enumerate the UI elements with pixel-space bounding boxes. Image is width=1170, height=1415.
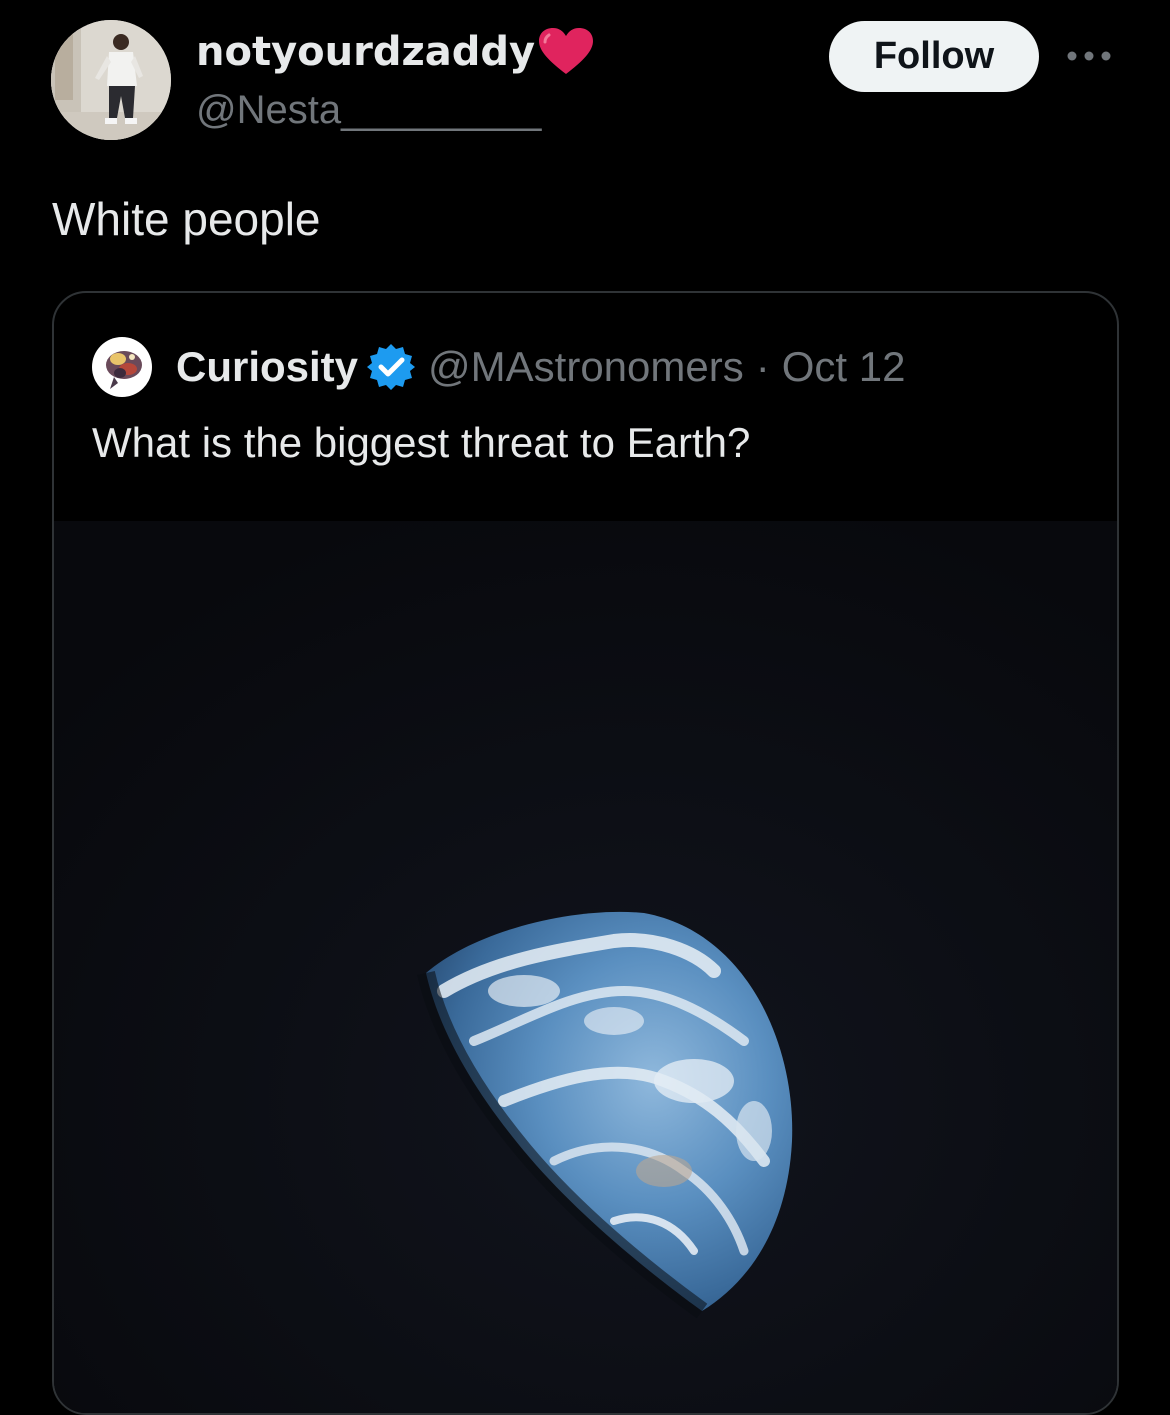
earth-from-space-photo [54,521,1117,1413]
red-heart-icon [537,27,595,77]
quoted-tweet-date[interactable]: Oct 12 [782,343,906,391]
tweet-text: White people [52,193,321,245]
tweet-header: notyourdzaddy @Nesta_________ Follow [0,0,1170,160]
verified-badge-icon[interactable] [366,342,416,392]
follow-button[interactable]: Follow [829,21,1039,92]
quoted-author-display-name[interactable]: Curiosity [176,343,358,391]
quoted-author-avatar[interactable] [92,337,152,397]
author-handle[interactable]: @Nesta_________ [196,84,541,136]
quoted-tweet-text: What is the biggest threat to Earth? [92,419,751,466]
avatar-photo [51,20,171,140]
quoted-tweet-card[interactable]: Curiosity @MAstronomers · Oct 12 What is… [52,291,1119,1415]
nebula-avatar-photo [92,337,152,397]
meta-separator: · [755,343,770,390]
author-name-row[interactable]: notyourdzaddy [196,26,595,78]
quoted-tweet-media[interactable] [54,521,1117,1413]
ellipsis-icon[interactable] [1062,42,1116,70]
author-display-name[interactable]: notyourdzaddy [196,26,535,78]
author-avatar[interactable] [51,20,171,140]
quoted-tweet-meta: Curiosity @MAstronomers · Oct 12 [176,339,905,395]
quoted-author-handle[interactable]: @MAstronomers [428,343,744,391]
